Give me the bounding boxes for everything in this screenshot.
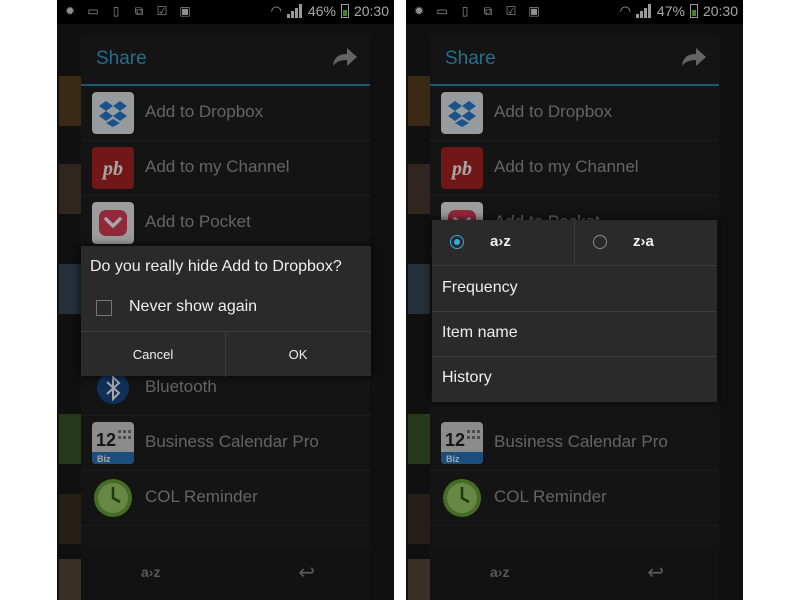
ok-button[interactable]: OK [226,332,370,377]
sort-popup: a›z z›a Frequency Item name History [432,220,717,402]
never-show-checkbox[interactable] [96,300,112,316]
cancel-button[interactable]: Cancel [81,332,225,377]
sort-tab-label: z›a [633,233,654,250]
confirm-question: Do you really hide Add to Dropbox? [90,258,342,275]
sort-option-frequency[interactable]: Frequency [432,266,717,312]
radio-selected[interactable] [450,235,464,249]
sort-option-label: Frequency [442,279,518,296]
sort-option-label: Item name [442,324,518,341]
phone-screen-right: ✹ ▭ ▯ ⧉ ☑ ▣ ◠ 47% 20:30 Share Add to Dro… [406,0,743,600]
confirm-dialog: Do you really hide Add to Dropbox? Never… [81,246,371,377]
sort-tab-label: a›z [490,233,511,250]
sort-option-item-name[interactable]: Item name [432,311,717,357]
confirm-buttons: Cancel OK [81,331,371,377]
phone-screen-left: ✹ ▭ ▯ ⧉ ☑ ▣ ◠ 46% 20:30 Share Add to Dro… [57,0,394,600]
sort-az-tab[interactable]: a›z [432,220,574,266]
radio-unselected[interactable] [593,235,607,249]
never-show-label[interactable]: Never show again [129,298,257,316]
sort-option-history[interactable]: History [432,356,717,401]
sort-za-tab[interactable]: z›a [575,220,717,266]
sort-option-label: History [442,369,492,386]
